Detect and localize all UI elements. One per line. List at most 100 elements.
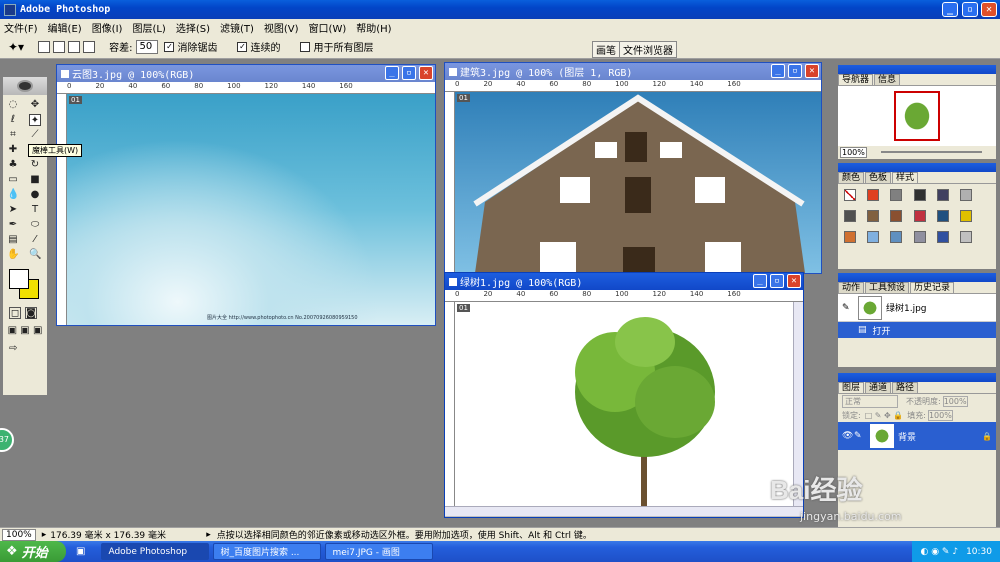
swatches-panel-title-bar[interactable] [838, 163, 996, 172]
lock-icons[interactable]: □ ✎ ✥ 🔒 [865, 411, 904, 420]
crop-tool-icon[interactable]: ⌗ [7, 129, 19, 141]
start-button[interactable]: ❖ 开始 [0, 541, 66, 562]
quick-mask-icon[interactable]: ◙ [25, 307, 37, 319]
tab-navigator[interactable]: 导航器 [838, 74, 874, 85]
building-maximize-button[interactable]: ▫ [788, 64, 802, 78]
taskbar-item-paint[interactable]: mei7.JPG - 画图 [325, 543, 434, 560]
shape-tool-icon[interactable]: ⬭ [29, 219, 41, 231]
building-minimize-button[interactable]: _ [771, 64, 785, 78]
magic-wand-icon[interactable]: ✦▾ [8, 40, 24, 54]
contiguous-checkbox[interactable]: ✓ [237, 41, 248, 52]
style-swatch[interactable] [913, 210, 926, 222]
type-tool-icon[interactable]: T [29, 204, 41, 216]
intersect-selection-icon[interactable] [83, 40, 96, 53]
quick-launch-icon[interactable]: ▣ [76, 546, 85, 557]
pen-tool-icon[interactable]: ✒ [7, 219, 19, 231]
tab-actions[interactable]: 动作 [838, 282, 865, 293]
hand-tool-icon[interactable]: ✋ [7, 249, 19, 261]
layer-row-background[interactable]: 👁 ✎ 背景 🔒 [838, 422, 996, 450]
tab-channels[interactable]: 通道 [865, 382, 892, 393]
menu-image[interactable]: 图像(I) [92, 20, 123, 35]
taskbar-item-photoshop[interactable]: Adobe Photoshop [101, 543, 210, 560]
blur-tool-icon[interactable]: 💧 [7, 189, 19, 201]
cloud-close-button[interactable]: ✕ [419, 66, 433, 80]
tree-horizontal-scrollbar[interactable] [445, 506, 803, 516]
tolerance-input[interactable]: 50 [136, 39, 159, 54]
tree-close-button[interactable]: ✕ [787, 274, 801, 288]
lasso-tool-icon[interactable]: ℓ [7, 114, 19, 126]
move-tool-icon[interactable]: ✥ [29, 99, 41, 111]
tree-doc-title-bar[interactable]: 绿树1.jpg @ 100%(RGB) _ ▫ ✕ [445, 273, 803, 290]
notification-badge[interactable]: 37 [0, 428, 14, 452]
close-button[interactable]: ✕ [981, 2, 997, 17]
screen-mode-standard-icon[interactable]: ▣ [7, 325, 18, 337]
menu-help[interactable]: 帮助(H) [356, 20, 391, 35]
new-selection-icon[interactable] [38, 40, 51, 53]
cloud-image-canvas[interactable]: 01 图片大全 http://www.photophoto.cn No.2007… [67, 94, 435, 325]
marquee-tool-icon[interactable]: ◌ [7, 99, 19, 111]
antialias-checkbox[interactable]: ✓ [164, 41, 175, 52]
status-menu-icon[interactable]: ▸ [206, 530, 211, 540]
tab-file-browser[interactable]: 文件浏览器 [619, 41, 677, 58]
tab-tool-presets[interactable]: 工具预设 [865, 282, 910, 293]
history-state-row[interactable]: ▤ 打开 [838, 322, 996, 338]
tab-layers[interactable]: 图层 [838, 382, 865, 393]
building-close-button[interactable]: ✕ [805, 64, 819, 78]
status-zoom[interactable]: 100% [2, 528, 36, 541]
zoom-tool-icon[interactable]: 🔍 [29, 249, 41, 261]
tab-styles[interactable]: 样式 [892, 172, 919, 183]
screen-mode-full-menu-icon[interactable]: ▣ [20, 325, 31, 337]
healing-brush-icon[interactable]: ✚ [7, 144, 19, 156]
add-selection-icon[interactable] [53, 40, 66, 53]
menu-select[interactable]: 选择(S) [176, 20, 210, 35]
taskbar-item-browser[interactable]: 树_百度图片搜索 ... [213, 543, 322, 560]
style-swatch[interactable] [844, 231, 856, 243]
style-swatch[interactable] [890, 231, 903, 243]
jump-to-imageready-icon[interactable]: ⇨ [9, 343, 17, 354]
tree-maximize-button[interactable]: ▫ [770, 274, 784, 288]
minimize-button[interactable]: _ [942, 2, 958, 17]
standard-mode-icon[interactable]: ◻ [9, 307, 21, 319]
tree-document-window[interactable]: 绿树1.jpg @ 100%(RGB) _ ▫ ✕ 0 20 40 60 80 100 12… [444, 272, 804, 518]
tree-image-canvas[interactable]: 01 [455, 302, 793, 506]
screen-mode-full-icon[interactable]: ▣ [32, 325, 43, 337]
fill-input[interactable]: 100% [927, 409, 953, 421]
style-swatch[interactable] [936, 189, 949, 201]
style-swatch[interactable] [959, 210, 972, 222]
dodge-tool-icon[interactable]: ● [29, 189, 41, 201]
history-snapshot-row[interactable]: ✎ 绿树1.jpg [838, 294, 996, 322]
menu-layer[interactable]: 图层(L) [132, 20, 165, 35]
tab-history[interactable]: 历史记录 [910, 282, 955, 293]
magic-wand-tool-icon[interactable]: ✦ [29, 114, 41, 126]
style-swatch[interactable] [844, 210, 856, 222]
history-brush-icon[interactable]: ✎ [842, 303, 854, 313]
maximize-button[interactable]: ▫ [962, 2, 978, 17]
layers-panel-title-bar[interactable] [838, 373, 996, 382]
slice-tool-icon[interactable]: ⟋ [29, 129, 41, 141]
menu-window[interactable]: 窗口(W) [309, 20, 347, 35]
navigator-view-box[interactable] [894, 91, 940, 141]
cloud-doc-title-bar[interactable]: 云图3.jpg @ 100%(RGB) _ ▫ ✕ [57, 65, 435, 82]
style-swatch[interactable] [867, 189, 880, 201]
menu-file[interactable]: 文件(F) [4, 20, 38, 35]
gradient-tool-icon[interactable]: ■ [29, 174, 41, 186]
building-document-window[interactable]: 建筑3.jpg @ 100% (图层 1, RGB) _ ▫ ✕ 0 20 40 60… [444, 62, 822, 274]
tray-icons[interactable]: ◐ ◉ ✎ ♪ [920, 547, 958, 557]
history-brush-icon[interactable]: ↻ [29, 159, 41, 171]
style-swatch[interactable] [844, 189, 856, 201]
menu-edit[interactable]: 编辑(E) [48, 20, 82, 35]
foreground-color-swatch[interactable] [9, 269, 29, 289]
navigator-panel-title-bar[interactable] [838, 65, 996, 74]
cloud-minimize-button[interactable]: _ [385, 66, 399, 80]
building-doc-title-bar[interactable]: 建筑3.jpg @ 100% (图层 1, RGB) _ ▫ ✕ [445, 63, 821, 80]
style-swatch[interactable] [959, 189, 972, 201]
opacity-input[interactable]: 100% [942, 395, 968, 407]
blend-mode-select[interactable]: 正常 [842, 394, 898, 408]
style-swatch[interactable] [936, 210, 949, 222]
style-swatch[interactable] [913, 189, 926, 201]
style-swatch[interactable] [890, 210, 903, 222]
tab-info[interactable]: 信息 [874, 74, 901, 85]
style-swatch[interactable] [959, 231, 972, 243]
menu-filter[interactable]: 滤镜(T) [220, 20, 254, 35]
tab-swatches[interactable]: 色板 [865, 172, 892, 183]
